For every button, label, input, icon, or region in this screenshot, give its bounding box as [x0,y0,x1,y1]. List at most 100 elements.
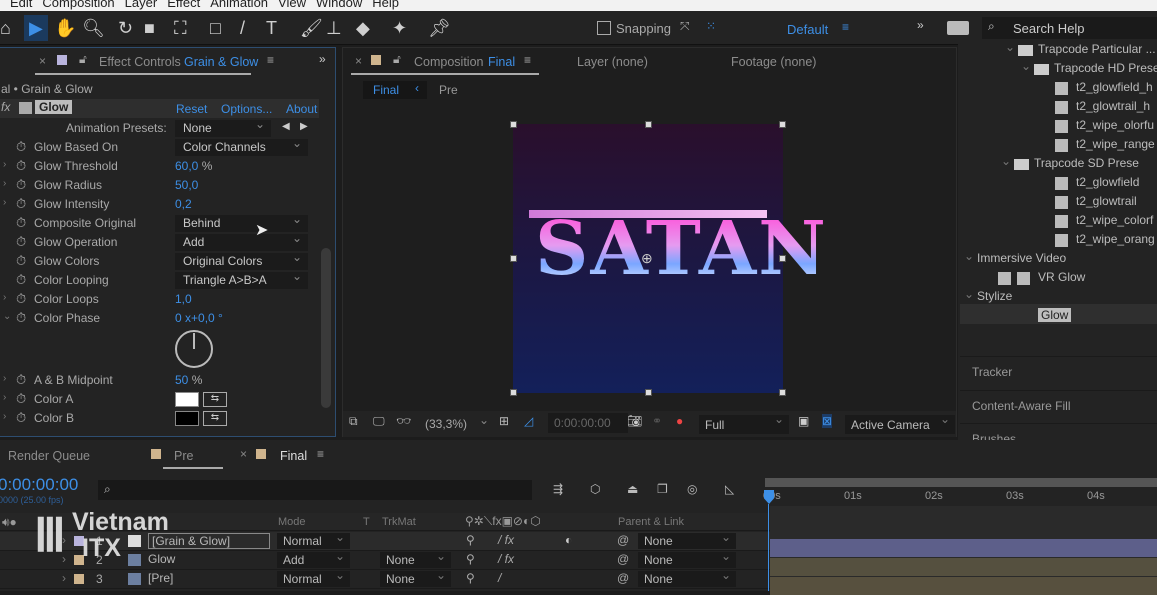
pen-tool-icon[interactable]: / [240,18,245,39]
chevron-right-icon[interactable]: › [3,178,6,189]
selection-tool-icon[interactable]: ▶ [24,15,48,41]
menu-edit[interactable]: Edit [10,0,32,10]
property-row[interactable]: › ⏱︎ Color A ⇆ [0,390,319,409]
value-text[interactable]: 60,0 [175,159,198,173]
stopwatch-icon[interactable]: ⏱︎ [16,196,26,212]
about-link[interactable]: About [286,102,317,116]
parent-dropdown[interactable]: None [638,530,736,549]
effects-list-item[interactable]: t2_glowfield [1076,175,1139,189]
clone-stamp-icon[interactable]: ⊥ [326,18,342,39]
property-dropdown[interactable]: Add [175,231,308,251]
property-dropdown[interactable]: Original Colors [175,250,308,270]
property-row[interactable]: ⏱︎ Glow Colors Original Colors [0,250,319,271]
transform-handle[interactable] [779,389,786,396]
effect-header-glow[interactable]: fx Glow Reset Options... About [0,99,319,118]
color-phase-dial[interactable] [175,330,213,368]
expand-icon[interactable]: » [917,18,924,32]
layer-row[interactable]: › 3 [Pre] Normal None ⚲ / @ None [0,568,770,589]
reset-link[interactable]: Reset [176,102,207,116]
close-tab-icon[interactable]: × [240,447,247,461]
effects-list-item[interactable]: t2_glowtrail_h [1076,99,1150,113]
effects-list-item[interactable]: Trapcode Particular ... [1038,42,1156,56]
property-dropdown[interactable]: Triangle A>B>A [175,269,308,289]
panel-menu-icon[interactable]: ≡ [317,447,324,461]
stopwatch-icon[interactable]: ⏱︎ [16,215,26,231]
timeline-search-input[interactable]: ⌕ [98,480,532,500]
next-preset-icon[interactable]: ▶ [300,121,308,132]
layer-name[interactable]: [Pre] [148,571,173,585]
fast-preview-icon[interactable]: ▣ [798,414,809,428]
value-text[interactable]: 50 [175,373,188,387]
effect-controls-layer[interactable]: Grain & Glow [184,55,258,69]
chevron-right-icon[interactable]: › [3,411,6,422]
menu-composition[interactable]: Composition [42,0,114,10]
label-color[interactable] [74,574,84,584]
effects-list-item[interactable]: Trapcode HD Prese [1054,61,1157,75]
property-row[interactable]: ⏱︎ Glow Based On Color Channels [0,136,319,157]
chevron-down-icon[interactable]: ⌄ [1021,59,1031,73]
transform-handle[interactable] [510,389,517,396]
property-row[interactable]: ⏱︎ Glow Operation Add [0,231,319,252]
stopwatch-icon[interactable]: ⏱︎ [16,253,26,269]
transform-handle[interactable] [779,255,786,262]
effects-list-item[interactable]: Trapcode SD Prese [1034,156,1139,170]
final-tab[interactable]: Final [280,449,307,463]
viewer-timecode[interactable]: 0:00:00:00 [548,413,628,433]
menu-view[interactable]: View [278,0,306,10]
flow-pre[interactable]: Pre [439,83,458,97]
menu-help[interactable]: Help [372,0,399,10]
effects-list-item[interactable]: t2_glowtrail [1076,194,1137,208]
chevron-down-icon[interactable]: ⌄ [1005,40,1015,54]
property-row[interactable]: ⏱︎ Color Looping Triangle A>B>A [0,269,319,290]
property-row[interactable]: › ⏱︎ A & B Midpoint 50 % [0,371,319,390]
render-queue-tab[interactable]: Render Queue [8,449,90,463]
parent-dropdown[interactable]: None [638,568,736,587]
footage-tab[interactable]: Footage (none) [731,55,816,69]
transform-handle[interactable] [779,121,786,128]
eraser-tool-icon[interactable]: ◆ [356,18,370,39]
value-text[interactable]: 0 x+0,0 ° [175,311,223,325]
panel-menu-icon[interactable]: ≡ [267,53,274,67]
close-tab-icon[interactable]: × [355,54,362,68]
menu-layer[interactable]: Layer [125,0,158,10]
animation-presets-dropdown[interactable]: None [175,117,271,137]
effect-name[interactable]: Glow [35,100,73,114]
effects-list-item[interactable]: VR Glow [1038,270,1085,284]
effects-list-item[interactable]: t2_glowfield_h [1076,80,1153,94]
snap-icon[interactable]: ⤧ [680,19,690,34]
snapping-checkbox[interactable] [597,21,611,35]
stopwatch-icon[interactable]: ⏱︎ [16,158,26,174]
effects-list-item[interactable]: t2_wipe_range [1076,137,1155,151]
effect-controls-tab-title[interactable]: Effect Controls [99,55,181,69]
zoom-chevron-icon[interactable]: ⌄ [479,413,489,427]
region-of-interest-icon[interactable]: ⊞ [499,414,509,428]
panel-menu-icon[interactable]: ≡ [524,53,531,67]
property-value[interactable]: 60,0 % [175,159,212,173]
layer-bar-3[interactable] [770,577,1157,595]
property-row[interactable]: › ⏱︎ Glow Threshold 60,0 % [0,157,319,176]
lock-icon[interactable]: 🔓︎ [393,52,401,67]
draft-3d-icon[interactable]: ⬡ [590,482,600,496]
chevron-right-icon[interactable]: › [3,159,6,170]
pick-whip-icon[interactable]: @ [617,552,629,566]
motion-blur-icon[interactable]: ◎ [687,482,697,496]
graph-editor-icon[interactable]: ◺ [725,482,734,496]
chevron-right-icon[interactable]: › [3,392,6,403]
property-value[interactable]: 0,2 [175,197,192,211]
stopwatch-icon[interactable]: ⏱︎ [16,291,26,307]
quality-switch-icon[interactable]: / fx [498,533,514,547]
chevron-down-icon[interactable]: ⌄ [964,249,974,263]
show-snapshot-icon[interactable]: ⚭ [652,414,662,428]
property-value[interactable]: 50 % [175,373,202,387]
section-title[interactable]: Content-Aware Fill [972,399,1070,413]
shy-switch-icon[interactable]: ⚲ [466,552,475,566]
color-swatch[interactable] [175,411,199,426]
type-tool-icon[interactable]: T [266,18,277,39]
always-preview-icon[interactable]: ⧉ [349,414,358,429]
lock-icon[interactable]: 🔓︎ [79,52,87,67]
frame-blending-icon[interactable]: ❐ [657,482,668,496]
trkmat-dropdown[interactable]: None [380,568,451,587]
prev-preset-icon[interactable]: ◀ [282,121,290,132]
toggle-grid-icon[interactable]: ⊠ [822,414,833,428]
layer-name[interactable]: Glow [148,552,175,566]
